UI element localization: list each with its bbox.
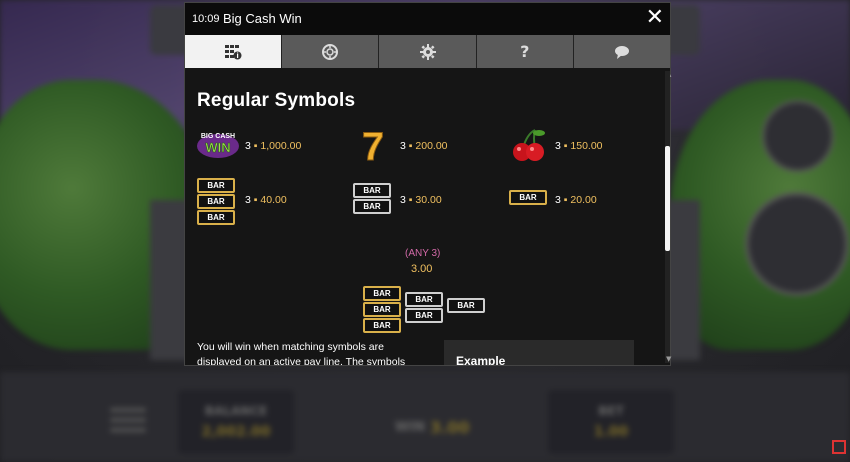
payout-seven: 3 ▪ 200.00 — [400, 140, 448, 152]
balance-panel: BALANCE 2,002.00 — [178, 390, 294, 454]
cherries-symbol — [509, 128, 549, 164]
tab-paytable[interactable] — [185, 35, 283, 68]
logo-bottom-text: WIN — [205, 140, 230, 155]
chip-icon — [322, 43, 339, 60]
chat-icon — [614, 45, 629, 59]
modal-tabs: ? — [185, 35, 670, 68]
tab-chips[interactable] — [282, 35, 380, 68]
paytable-icon — [225, 44, 242, 59]
any3-single-bar: BAR — [447, 298, 485, 314]
win-label: WIN — [395, 420, 426, 435]
payout-big-cash-win: 3 ▪ 1,000.00 — [245, 140, 302, 152]
balance-value: 2,002.00 — [201, 424, 271, 440]
any3-double-bar: BAR BAR — [405, 292, 443, 324]
question-icon: ? — [520, 42, 530, 61]
bet-label: BET — [598, 404, 624, 418]
scroll-down-icon[interactable]: ▼ — [666, 355, 671, 363]
double-bar-symbol: BAR BAR — [353, 183, 391, 215]
balance-label: BALANCE — [204, 404, 268, 418]
menu-icon[interactable] — [110, 408, 146, 434]
bet-value: 1.00 — [593, 424, 629, 440]
tab-chat[interactable] — [574, 35, 670, 68]
triple-bar-symbol: BAR BAR BAR — [197, 178, 235, 226]
win-value: 3.00 — [430, 418, 470, 437]
paytable-content: Regular Symbols BIG CASH WIN 3 ▪ 1,000.0… — [185, 68, 665, 365]
paytable-description: You will win when matching symbols are d… — [197, 341, 406, 365]
payout-cherries: 3 ▪ 150.00 — [555, 140, 603, 152]
scroll-thumb[interactable] — [665, 146, 670, 251]
scrollbar[interactable] — [665, 71, 670, 363]
seven-glyph: 7 — [362, 125, 384, 164]
logo-top-text: BIG CASH — [201, 133, 235, 140]
payout-double-bar: 3 ▪ 30.00 — [400, 194, 442, 206]
any3-label: (ANY 3) — [405, 248, 441, 259]
bet-panel[interactable]: BET 1.00 — [548, 390, 674, 454]
tab-help[interactable]: ? — [477, 35, 574, 68]
modal-titlebar: 10:09 Big Cash Win ✕ — [185, 3, 670, 35]
single-bar-symbol: BAR — [509, 190, 547, 206]
clock: 10:09 — [192, 13, 220, 25]
big-cash-win-symbol: BIG CASH WIN — [195, 126, 241, 160]
seven-symbol: 7 — [355, 124, 391, 170]
close-icon[interactable]: ✕ — [646, 7, 664, 29]
example-heading: Example — [456, 354, 506, 365]
gear-icon — [419, 43, 436, 60]
fullscreen-icon[interactable] — [832, 440, 846, 454]
modal-title: Big Cash Win — [223, 11, 302, 26]
payout-triple-bar: 3 ▪ 40.00 — [245, 194, 287, 206]
tab-settings[interactable] — [379, 35, 477, 68]
any3-triple-bar: BAR BAR BAR — [363, 286, 401, 334]
paytable-modal: 10:09 Big Cash Win ✕ ? Regular Symbols B… — [184, 2, 671, 366]
payout-single-bar: 3 ▪ 20.00 — [555, 194, 597, 206]
section-heading: Regular Symbols — [197, 90, 356, 111]
autoplay-button[interactable] — [762, 100, 834, 172]
spin-button[interactable] — [745, 192, 849, 296]
any3-payout: 3.00 — [411, 263, 433, 275]
example-section: Example — [444, 340, 634, 365]
